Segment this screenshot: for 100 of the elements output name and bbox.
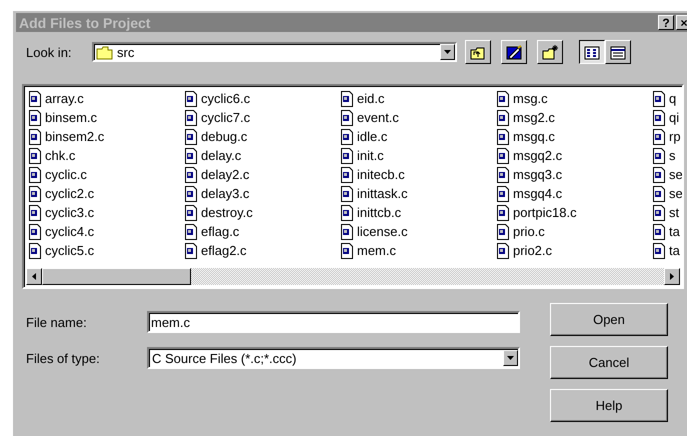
file-item[interactable]: prio.c bbox=[496, 222, 545, 241]
folder-icon bbox=[96, 44, 113, 60]
file-icon bbox=[652, 224, 666, 240]
file-item[interactable]: cyclic.c bbox=[28, 165, 87, 184]
file-item[interactable]: st bbox=[652, 203, 680, 222]
file-icon bbox=[340, 186, 354, 202]
horizontal-scrollbar[interactable] bbox=[26, 268, 680, 285]
dropdown-arrow-button[interactable] bbox=[503, 350, 518, 366]
file-item[interactable]: se bbox=[652, 184, 682, 203]
file-item[interactable]: license.c bbox=[340, 222, 408, 241]
file-item[interactable]: msgq.c bbox=[496, 127, 555, 146]
file-icon bbox=[652, 110, 666, 126]
file-item[interactable]: debug.c bbox=[184, 127, 248, 146]
file-icon bbox=[340, 166, 354, 182]
file-icon bbox=[28, 166, 42, 182]
file-item[interactable]: delay3.c bbox=[184, 184, 250, 203]
file-item[interactable]: delay.c bbox=[184, 146, 242, 165]
look-in-label: Look in: bbox=[26, 44, 73, 60]
file-icon bbox=[184, 110, 198, 126]
file-item[interactable]: qi bbox=[652, 108, 680, 127]
details-view-icon[interactable] bbox=[605, 40, 631, 64]
file-icon bbox=[28, 90, 42, 106]
file-icon bbox=[652, 148, 666, 164]
file-item[interactable]: ta bbox=[652, 241, 680, 260]
desktop-icon[interactable] bbox=[501, 40, 527, 64]
scroll-thumb[interactable] bbox=[42, 268, 192, 285]
file-icon bbox=[496, 148, 510, 164]
file-name-field[interactable]: mem.c bbox=[147, 311, 520, 333]
scroll-left-button[interactable] bbox=[26, 268, 42, 285]
file-item[interactable]: msg2.c bbox=[496, 108, 555, 127]
file-icon bbox=[496, 186, 510, 202]
file-item[interactable]: cyclic5.c bbox=[28, 241, 94, 260]
file-icon bbox=[340, 128, 354, 144]
file-item[interactable]: msg.c bbox=[496, 89, 548, 108]
file-item[interactable]: se bbox=[652, 165, 682, 184]
file-item[interactable]: cyclic2.c bbox=[28, 184, 94, 203]
file-icon bbox=[496, 90, 510, 106]
file-item[interactable]: init.c bbox=[340, 146, 384, 165]
right-arrow-icon bbox=[670, 273, 674, 280]
file-icon bbox=[652, 128, 666, 144]
caret-icon bbox=[443, 48, 452, 56]
file-item[interactable]: idle.c bbox=[340, 127, 388, 146]
file-icon bbox=[184, 128, 198, 144]
file-icon bbox=[340, 204, 354, 220]
file-icon bbox=[184, 224, 198, 240]
file-item[interactable]: inittcb.c bbox=[340, 203, 402, 222]
file-item[interactable]: cyclic4.c bbox=[28, 222, 94, 241]
file-item[interactable]: eflag.c bbox=[184, 222, 240, 241]
look-in-dropdown[interactable]: src bbox=[92, 42, 457, 62]
file-item[interactable]: cyclic6.c bbox=[184, 89, 250, 108]
close-button[interactable]: × bbox=[676, 15, 687, 30]
file-item[interactable]: destroy.c bbox=[184, 203, 253, 222]
file-item[interactable]: portpic18.c bbox=[496, 203, 577, 222]
file-item[interactable]: q bbox=[652, 89, 676, 108]
file-item[interactable]: msgq2.c bbox=[496, 146, 562, 165]
file-icon bbox=[496, 166, 510, 182]
dropdown-arrow-button[interactable] bbox=[440, 44, 455, 60]
file-name-label: File name: bbox=[26, 314, 88, 330]
file-icon bbox=[340, 90, 354, 106]
file-item[interactable]: eid.c bbox=[340, 89, 384, 108]
up-folder-icon[interactable] bbox=[465, 40, 491, 64]
file-icon bbox=[184, 90, 198, 106]
file-item[interactable]: inittask.c bbox=[340, 184, 408, 203]
file-item[interactable]: rp bbox=[652, 127, 681, 146]
file-icon bbox=[184, 148, 198, 164]
file-item[interactable]: chk.c bbox=[28, 146, 76, 165]
window-title: Add Files to Project bbox=[19, 14, 150, 30]
file-item[interactable]: eflag2.c bbox=[184, 241, 247, 260]
file-icon bbox=[28, 204, 42, 220]
new-folder-icon[interactable] bbox=[537, 40, 563, 64]
file-icon bbox=[28, 148, 42, 164]
file-icon bbox=[28, 186, 42, 202]
list-view-icon[interactable] bbox=[579, 40, 605, 64]
file-item[interactable]: initecb.c bbox=[340, 165, 405, 184]
file-item[interactable]: msgq3.c bbox=[496, 165, 562, 184]
scroll-right-button[interactable] bbox=[664, 268, 680, 285]
file-icon bbox=[496, 204, 510, 220]
file-type-dropdown[interactable]: C Source Files (*.c;*.ccc) bbox=[147, 347, 520, 369]
file-item[interactable]: msgq4.c bbox=[496, 184, 562, 203]
file-icon bbox=[28, 128, 42, 144]
help-button[interactable]: ? bbox=[658, 15, 674, 30]
file-item[interactable]: binsem2.c bbox=[28, 127, 104, 146]
file-type-label: Files of type: bbox=[26, 350, 101, 366]
open-button[interactable]: Open bbox=[550, 303, 668, 336]
help-button[interactable]: Help bbox=[550, 389, 668, 422]
file-icon bbox=[496, 224, 510, 240]
file-item[interactable]: prio2.c bbox=[496, 241, 552, 260]
file-item[interactable]: binsem.c bbox=[28, 108, 98, 127]
file-item[interactable]: cyclic3.c bbox=[28, 203, 94, 222]
file-item[interactable]: ta bbox=[652, 222, 680, 241]
file-item[interactable]: array.c bbox=[28, 89, 84, 108]
file-item[interactable]: cyclic7.c bbox=[184, 108, 250, 127]
file-icon bbox=[496, 128, 510, 144]
file-item[interactable]: s bbox=[652, 146, 676, 165]
file-item[interactable]: mem.c bbox=[340, 241, 396, 260]
file-item[interactable]: event.c bbox=[340, 108, 399, 127]
cancel-button[interactable]: Cancel bbox=[550, 346, 668, 379]
file-icon bbox=[652, 242, 666, 258]
file-item[interactable]: delay2.c bbox=[184, 165, 250, 184]
left-arrow-icon bbox=[32, 273, 36, 280]
